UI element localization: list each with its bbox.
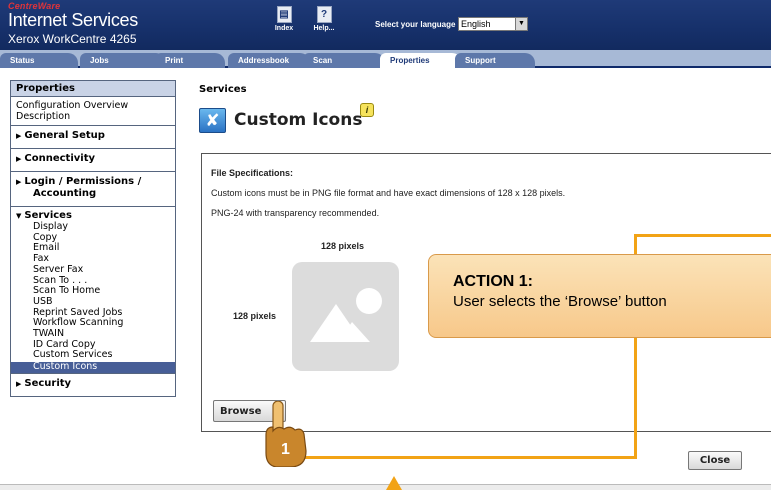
triangle-right-icon: ▶: [16, 178, 22, 186]
sidebar-item-config-overview[interactable]: Configuration Overview Description: [11, 97, 175, 126]
sidebar: Properties Configuration Overview Descri…: [10, 80, 176, 397]
triangle-right-icon: ▶: [16, 132, 22, 140]
brand-logo: CentreWare Internet Services Xerox WorkC…: [8, 2, 138, 47]
help-button[interactable]: ? Help...: [306, 6, 342, 32]
sidebar-title: Properties: [11, 81, 175, 97]
brand-title: Internet Services: [8, 10, 138, 30]
sidebar-item-label: Login / Permissions /: [24, 176, 142, 187]
sidebar-item-security[interactable]: ▶ Security: [11, 374, 175, 396]
sidebar-item-general-setup[interactable]: ▶ General Setup: [11, 126, 175, 149]
tab-properties[interactable]: Properties: [380, 53, 462, 69]
sidebar-subitem[interactable]: Custom Services: [11, 350, 175, 361]
arrow-up-icon: [386, 476, 402, 490]
sidebar-item-label: Connectivity: [24, 153, 96, 164]
chevron-down-icon[interactable]: ▼: [515, 18, 527, 30]
sidebar-section-services: ▼ Services Display Copy Email Fax Server …: [11, 207, 175, 374]
callout-connector: [634, 234, 771, 237]
tab-bar: Status Jobs Print Addressbook Scan Prope…: [0, 50, 771, 69]
callout-connector: [300, 456, 637, 459]
tools-icon: ✘: [199, 108, 226, 133]
sidebar-item-login[interactable]: ▶ Login / Permissions / Accounting: [11, 172, 175, 207]
language-label: Select your language :: [375, 20, 461, 29]
width-label: 128 pixels: [321, 241, 365, 251]
tab-jobs[interactable]: Jobs: [80, 53, 166, 68]
tab-scan[interactable]: Scan: [303, 53, 385, 68]
triangle-right-icon: ▶: [16, 155, 22, 163]
tab-status[interactable]: Status: [0, 53, 78, 68]
placeholder-graphic: [310, 288, 382, 342]
index-icon: ▤: [276, 6, 292, 23]
callout-text: User selects the ‘Browse’ button: [453, 293, 667, 310]
spec-line-2: PNG-24 with transparency recommended.: [211, 208, 380, 218]
section-label: Services: [199, 84, 247, 95]
sidebar-item-connectivity[interactable]: ▶ Connectivity: [11, 149, 175, 172]
step-number: 1: [281, 441, 290, 458]
tab-addressbook[interactable]: Addressbook: [228, 53, 310, 68]
sidebar-subitem-selected[interactable]: Custom Icons: [11, 361, 175, 373]
height-label: 128 pixels: [233, 311, 277, 321]
action-callout: ACTION 1: User selects the ‘Browse’ butt…: [428, 254, 771, 338]
sidebar-item-label: Security: [24, 377, 72, 389]
info-icon[interactable]: i: [360, 103, 374, 117]
sidebar-item-label: Services: [24, 210, 72, 221]
spec-line-1: Custom icons must be in PNG file format …: [211, 188, 566, 198]
page-title: Custom Icons: [234, 110, 363, 130]
index-label: Index: [274, 25, 294, 32]
image-placeholder-icon: [292, 262, 399, 371]
app-header: CentreWare Internet Services Xerox WorkC…: [0, 0, 771, 50]
spec-heading: File Specifications:: [211, 168, 294, 178]
language-select[interactable]: English ▼: [458, 17, 528, 31]
triangle-down-icon: ▼: [16, 212, 22, 220]
device-model: Xerox WorkCentre 4265: [8, 32, 137, 46]
sidebar-subitem[interactable]: Server Fax: [11, 264, 175, 276]
triangle-right-icon: ▶: [16, 379, 22, 388]
callout-title: ACTION 1:: [453, 273, 533, 290]
sidebar-item-label: Accounting: [33, 188, 97, 199]
tab-support[interactable]: Support: [455, 53, 535, 68]
language-value: English: [461, 19, 491, 29]
help-label: Help...: [313, 25, 335, 32]
sidebar-item-label: General Setup: [24, 130, 105, 141]
index-button[interactable]: ▤ Index: [266, 6, 302, 32]
help-icon: ?: [316, 6, 332, 23]
tab-print[interactable]: Print: [155, 53, 225, 68]
close-button[interactable]: Close: [688, 451, 742, 470]
